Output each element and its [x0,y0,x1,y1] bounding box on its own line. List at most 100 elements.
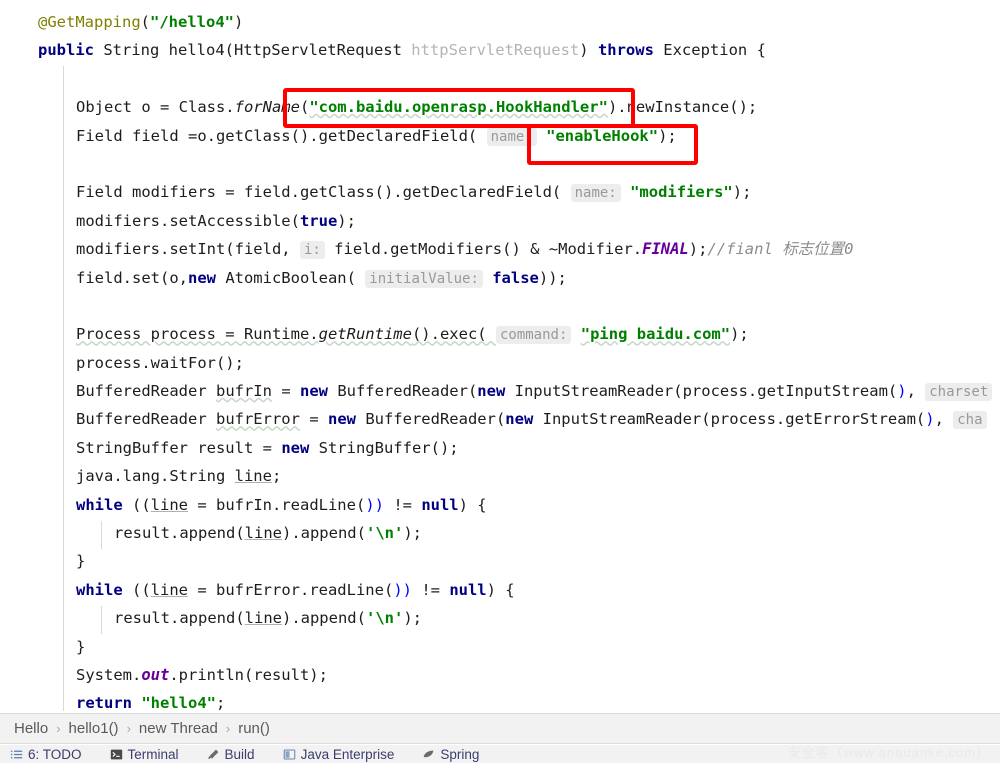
code-token: line [151,496,188,514]
breadcrumb-item-1[interactable]: hello1() [63,720,125,737]
code-token: forName [235,98,300,116]
code-lines[interactable]: @GetMapping("/hello4")public String hell… [0,8,1000,713]
code-line[interactable]: BufferedReader bufrError = new BufferedR… [0,405,1000,433]
code-token: null [421,496,458,514]
code-line[interactable]: Field field =o.getClass().getDeclaredFie… [0,122,1000,150]
code-line[interactable] [0,150,1000,178]
spring-leaf-icon [422,748,435,761]
code-token: httpServletRequest [411,41,579,59]
code-token: ); [658,127,677,145]
code-line[interactable] [0,65,1000,93]
code-token: Field field =o.getClass().getDeclaredFie… [76,127,487,145]
code-token: ) [579,41,598,59]
code-line[interactable]: public String hello4(HttpServletRequest … [0,36,1000,64]
code-token: cha [953,411,986,429]
code-token: String hello4(HttpServletRequest [94,41,411,59]
tool-window-button[interactable]: Java Enterprise [283,747,395,762]
code-token: ; [272,467,281,485]
code-token: BufferedReader [76,382,216,400]
code-line[interactable]: Field modifiers = field.getClass().getDe… [0,178,1000,206]
code-line[interactable]: result.append(line).append('\n'); [0,519,1000,547]
tool-window-button[interactable]: 6: TODO [10,747,82,762]
code-token: initialValue: [365,270,483,288]
code-token [537,127,546,145]
code-token: , [935,410,954,428]
code-token: FINAL [642,240,689,258]
breadcrumb-item-2[interactable]: new Thread [133,720,224,737]
code-token: BufferedReader [76,410,216,428]
code-token: out [141,666,169,684]
code-line[interactable]: } [0,633,1000,661]
code-token: BufferedReader( [356,410,505,428]
code-token: return [76,694,132,712]
code-token: command: [496,326,571,344]
code-line[interactable]: @GetMapping("/hello4") [0,8,1000,36]
code-token: while [76,496,123,514]
code-token: InputStreamReader(process.getErrorStream… [533,410,925,428]
code-token: new [281,439,309,457]
code-token: ) [897,382,906,400]
breadcrumb-item-3[interactable]: run() [232,720,276,737]
code-token: new [300,382,328,400]
code-token: } [76,552,85,570]
code-line[interactable]: while ((line = bufrError.readLine()) != … [0,576,1000,604]
code-token: name: [571,184,621,202]
terminal-icon [110,748,123,761]
code-editor[interactable]: @GetMapping("/hello4")public String hell… [0,0,1000,713]
code-token: BufferedReader( [328,382,477,400]
code-token: new [328,410,356,428]
code-line[interactable]: } [0,547,1000,575]
code-token: "ping baidu.com" [581,325,730,343]
code-token: StringBuffer result = [76,439,281,457]
code-line[interactable]: result.append(line).append('\n'); [0,604,1000,632]
code-line[interactable] [0,292,1000,320]
breadcrumb-separator: › [125,721,133,736]
code-line[interactable]: System.out.println(result); [0,661,1000,689]
code-token: public [38,41,94,59]
code-token: java.lang.String [76,467,235,485]
code-line[interactable]: while ((line = bufrIn.readLine()) != nul… [0,491,1000,519]
code-token: != [412,581,449,599]
indent-guide [101,606,102,634]
breadcrumb-separator: › [224,721,232,736]
code-token: false [492,269,539,287]
code-token: "/hello4" [150,13,234,31]
code-line[interactable]: java.lang.String line; [0,462,1000,490]
code-token: new [505,410,533,428]
code-line[interactable]: return "hello4"; [0,689,1000,713]
breadcrumb-item-0[interactable]: Hello [8,720,54,737]
code-token: i: [300,241,325,259]
java-enterprise-icon [283,748,296,761]
code-line[interactable]: Process process = Runtime.getRuntime().e… [0,320,1000,348]
code-line[interactable]: modifiers.setAccessible(true); [0,207,1000,235]
code-token [621,183,630,201]
code-token: )) [365,496,384,514]
code-token: bufrIn [216,382,272,400]
tool-window-button[interactable]: Build [207,747,255,762]
code-token: new [188,269,216,287]
code-line[interactable]: BufferedReader bufrIn = new BufferedRead… [0,377,1000,405]
code-token: ); [733,183,752,201]
code-line[interactable]: modifiers.setInt(field, i: field.getModi… [0,235,1000,263]
code-token: ( [141,13,150,31]
breadcrumb[interactable]: Hello›hello1()›new Thread›run() [0,713,1000,744]
code-token: Exception { [654,41,766,59]
code-token: @GetMapping [38,13,141,31]
code-token [483,269,492,287]
code-token: System. [76,666,141,684]
code-token: ) { [487,581,515,599]
tool-window-button[interactable]: Spring [422,747,479,762]
code-token: line [235,467,272,485]
code-token: throws [598,41,654,59]
code-token: "enableHook" [546,127,658,145]
tool-window-button[interactable]: Terminal [110,747,179,762]
code-line[interactable]: Object o = Class.forName("com.baidu.open… [0,93,1000,121]
tool-window-label: 6: TODO [28,747,82,762]
code-token: result.append( [114,609,245,627]
code-line[interactable]: process.waitFor(); [0,349,1000,377]
code-token: )) [393,581,412,599]
code-line[interactable]: StringBuffer result = new StringBuffer()… [0,434,1000,462]
code-token: = [272,382,300,400]
code-token: while [76,581,123,599]
code-line[interactable]: field.set(o,new AtomicBoolean( initialVa… [0,264,1000,292]
